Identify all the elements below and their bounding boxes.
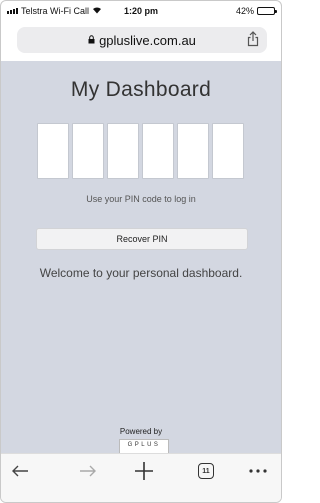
pin-digit-box[interactable]	[37, 123, 69, 179]
address-bar[interactable]: gpluslive.com.au	[17, 27, 267, 53]
url-text: gpluslive.com.au	[99, 32, 196, 48]
pin-digit-box[interactable]	[212, 123, 244, 179]
page-content: My Dashboard Use your PIN code to log in…	[1, 61, 281, 474]
phone-screen: Telstra Wi-Fi Call 1:20 pm 42% gpluslive…	[0, 0, 282, 503]
recover-pin-button[interactable]: Recover PIN	[36, 228, 248, 250]
new-tab-button[interactable]	[131, 460, 157, 482]
lock-icon	[88, 34, 95, 46]
pin-input-group	[37, 123, 244, 179]
back-arrow-icon	[12, 465, 28, 477]
pin-digit-box[interactable]	[107, 123, 139, 179]
back-button[interactable]	[9, 460, 31, 482]
tabs-button[interactable]: 11	[195, 460, 217, 482]
forward-button[interactable]	[77, 460, 99, 482]
more-dots-icon	[249, 469, 267, 473]
pin-digit-box[interactable]	[142, 123, 174, 179]
tab-count-badge: 11	[198, 463, 214, 479]
pin-digit-box[interactable]	[72, 123, 104, 179]
browser-toolbar: 11	[1, 453, 281, 502]
forward-arrow-icon	[80, 465, 96, 477]
share-icon[interactable]	[247, 31, 259, 50]
plus-icon	[135, 462, 153, 480]
status-bar: Telstra Wi-Fi Call 1:20 pm 42%	[1, 1, 281, 21]
page-title: My Dashboard	[70, 78, 212, 101]
pin-digit-box[interactable]	[177, 123, 209, 179]
powered-by-label: Powered by	[119, 427, 163, 436]
welcome-message: Welcome to your personal dashboard.	[39, 266, 243, 280]
more-button[interactable]	[247, 460, 269, 482]
pin-hint: Use your PIN code to log in	[86, 194, 196, 204]
battery-icon	[257, 7, 277, 15]
status-time: 1:20 pm	[123, 6, 158, 16]
logo-text: GPLUS	[127, 442, 161, 448]
